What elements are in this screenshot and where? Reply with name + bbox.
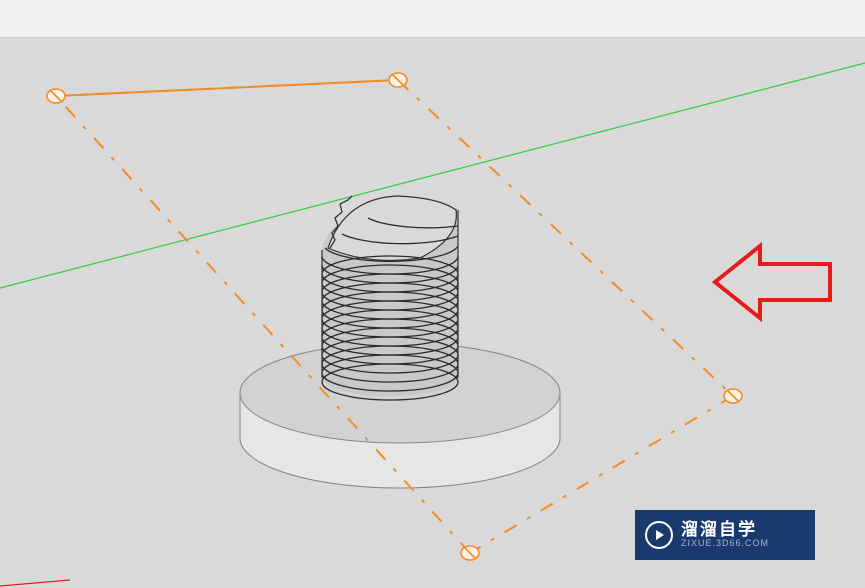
watermark-badge: 溜溜自学 ZIXUE.3D66.COM bbox=[635, 510, 815, 560]
viewport-3d[interactable]: 溜溜自学 ZIXUE.3D66.COM bbox=[0, 38, 865, 588]
threaded-shaft bbox=[322, 196, 458, 400]
watermark-title: 溜溜自学 bbox=[681, 521, 769, 540]
axis-red bbox=[0, 580, 70, 586]
watermark-subtitle: ZIXUE.3D66.COM bbox=[681, 539, 769, 549]
scene-svg bbox=[0, 38, 865, 588]
annotation-arrow bbox=[715, 246, 830, 318]
top-toolbar bbox=[0, 0, 865, 38]
play-icon bbox=[645, 521, 673, 549]
